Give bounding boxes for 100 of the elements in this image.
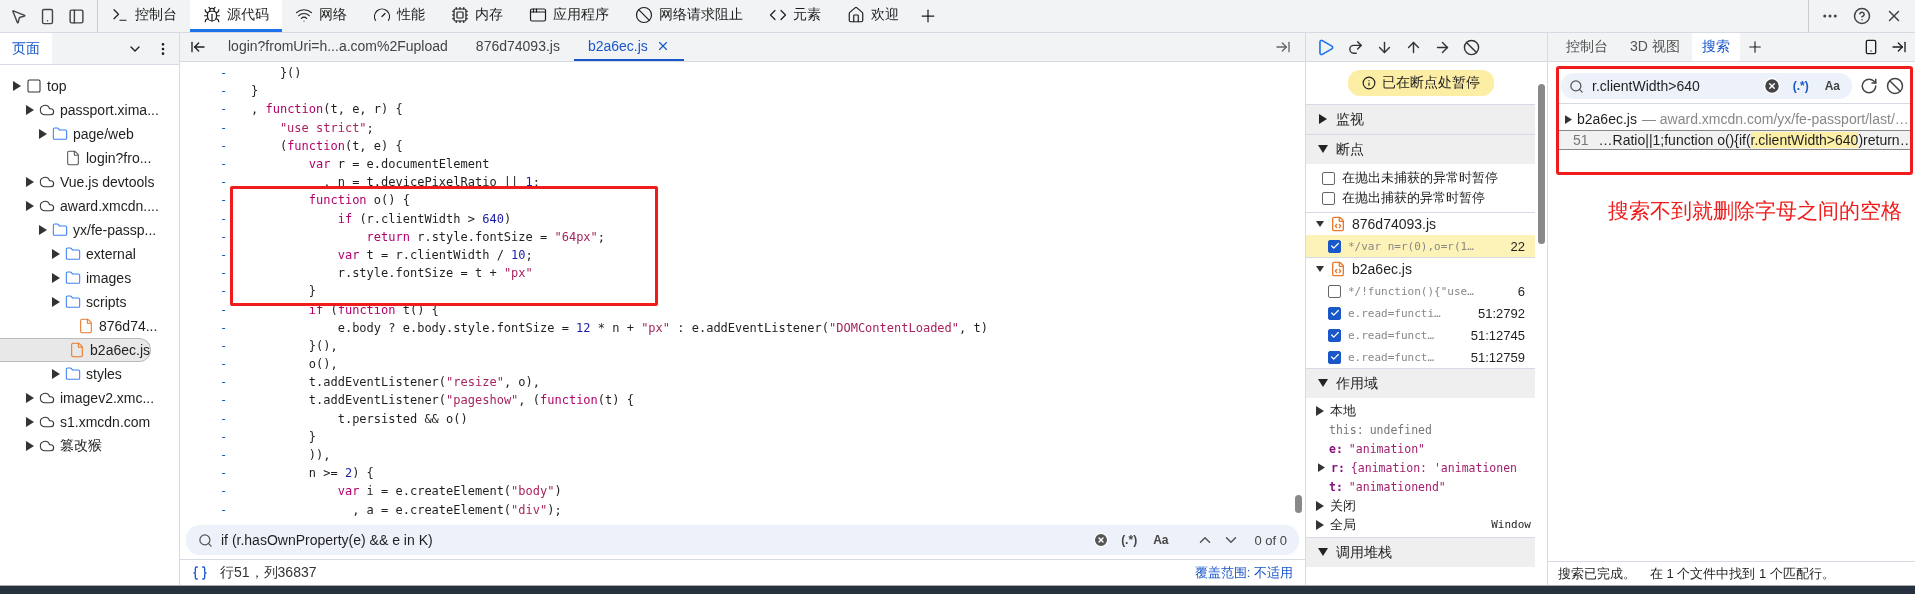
panel-tab[interactable]: 网络	[282, 0, 360, 32]
code-line: t.addEventListener("resize", o),	[307, 375, 540, 390]
line-marker: -	[219, 411, 229, 426]
variable-name: r:	[1331, 460, 1345, 475]
line-marker: -	[219, 375, 229, 390]
tree-item[interactable]: yx/fe-passp...	[0, 218, 179, 242]
code-line: r.style.fontSize = t + "px"	[336, 266, 533, 281]
code-line: (function(t, e) {	[278, 138, 403, 153]
tree-item[interactable]: top	[0, 74, 179, 98]
line-marker: -	[219, 302, 229, 317]
coverage-link[interactable]: 覆盖范围: 不适用	[1194, 563, 1293, 582]
tree-item[interactable]: s1.xmcdn.com	[0, 410, 179, 434]
code-line: e.body ? e.body.style.fontSize = 12 * n + "px" : e.addEventListener("DOMContentLoaded", t)	[336, 320, 988, 335]
tree-item[interactable]: page/web	[0, 122, 179, 146]
tree-label: imagev2.xmc...	[60, 390, 155, 406]
code-line: }()	[278, 66, 302, 81]
watch-section-header[interactable]: 监视	[1306, 104, 1535, 134]
scope-value: Window	[1491, 518, 1531, 531]
breakpoint-location: 6	[1517, 283, 1525, 299]
match-case-toggle[interactable]: Aa	[1820, 79, 1844, 93]
variable-value: {animation: 'animationen	[1350, 460, 1518, 475]
panel-tab[interactable]: 元素	[756, 0, 834, 32]
breakpoint-row[interactable]: e.read=functi… 51:2792	[1306, 302, 1535, 324]
line-marker: -	[219, 175, 229, 190]
code-line: n >= 2) {	[307, 466, 374, 481]
code-line: if (r.clientWidth > 640)	[336, 211, 512, 226]
result-url: — award.xmcdn.com/yx/fe-passport/last/…	[1641, 111, 1909, 127]
scope-section-header[interactable]: 作用域	[1306, 368, 1535, 398]
tree-item[interactable]: login?fro...	[0, 146, 179, 170]
code-line: "use strict";	[278, 120, 374, 135]
tree-item[interactable]: images	[0, 266, 179, 290]
tree-item[interactable]: scripts	[0, 290, 179, 314]
panel-tab[interactable]: 内存	[438, 0, 516, 32]
annotation-note: 搜索不到就删除字母之间的空格	[1607, 198, 1903, 224]
panel-tab[interactable]: 性能	[360, 0, 438, 32]
line-marker: -	[219, 448, 229, 463]
drawer-tab[interactable]: 3D 视图	[1620, 33, 1690, 61]
tree-label: 篡改猴	[60, 437, 102, 455]
code-line: var r = e.documentElement	[307, 157, 490, 172]
line-marker: -	[219, 193, 229, 208]
drawer-tab[interactable]: 控制台	[1556, 33, 1618, 61]
breakpoint-row[interactable]: e.read=funct… 51:12759	[1306, 346, 1535, 368]
call-stack-section-header[interactable]: 调用堆栈	[1306, 537, 1535, 567]
tree-item[interactable]: Vue.js devtools	[0, 170, 179, 194]
line-marker: -	[219, 484, 229, 499]
breakpoint-row[interactable]: e.read=funct… 51:12745	[1306, 324, 1535, 346]
regex-toggle[interactable]: (.*)	[1788, 79, 1813, 93]
paused-text: 已在断点处暂停	[1381, 74, 1480, 92]
breakpoint-code: */var n=r(0),o=r(1…	[1348, 239, 1475, 253]
code-line: }	[251, 84, 259, 99]
match-row[interactable]: 51 …Ratio||1;function o(){if(r.clientWidth>640)return…	[1559, 130, 1910, 150]
file-tab[interactable]: b2a6ec.js	[573, 33, 684, 61]
code-line: }(),	[307, 338, 338, 353]
regex-toggle[interactable]: (.*)	[1117, 533, 1142, 547]
section-title: 作用域	[1336, 374, 1378, 393]
tree-item[interactable]: imagev2.xmc...	[0, 386, 179, 410]
match-case-toggle[interactable]: Aa	[1149, 533, 1173, 547]
code-line: t.addEventListener("pageshow", (function(t) {	[307, 393, 634, 408]
match-count: 0 of 0	[1254, 532, 1287, 548]
section-title: 断点	[1336, 140, 1364, 159]
breakpoint-row[interactable]: */!function(){"use… 6	[1306, 280, 1535, 302]
scope-label: 全局	[1330, 515, 1356, 534]
tree-label: scripts	[86, 294, 127, 310]
scope-label: 关闭	[1330, 496, 1356, 515]
drawer-tab[interactable]: 搜索	[1691, 33, 1740, 61]
cursor-position: 行51，列36837	[220, 563, 317, 582]
tree-item[interactable]: b2a6ec.js	[0, 338, 151, 362]
line-marker: -	[219, 466, 229, 481]
line-marker: -	[219, 102, 229, 117]
panel-tab[interactable]: 网络请求阻止	[622, 0, 756, 32]
file-tab[interactable]: 876d74093.js	[461, 33, 574, 61]
line-marker: -	[219, 120, 229, 135]
breakpoint-location: 22	[1510, 238, 1525, 254]
panel-tab[interactable]: 源代码	[190, 0, 282, 32]
panel-tab[interactable]: 控制台	[98, 0, 190, 32]
tree-item[interactable]: styles	[0, 362, 179, 386]
panel-tab[interactable]: 欢迎	[834, 0, 912, 32]
line-marker: -	[219, 338, 229, 353]
breakpoint-code: */!function(){"use…	[1348, 284, 1475, 298]
code-line: o(),	[307, 357, 338, 372]
search-field[interactable]: if (r.hasOwnProperty(e) && e in K) (.*) Aa 0 of 0	[186, 525, 1299, 555]
tree-item[interactable]: passport.xima...	[0, 98, 179, 122]
tree-label: award.xmcdn....	[60, 198, 159, 214]
breakpoints-section-header[interactable]: 断点	[1306, 134, 1535, 164]
line-marker: -	[219, 429, 229, 444]
line-marker: -	[219, 211, 229, 226]
search-field[interactable]: r.clientWidth>640 (.*) Aa	[1561, 73, 1852, 99]
tree-label: page/web	[73, 126, 134, 142]
tree-item[interactable]: award.xmcdn....	[0, 194, 179, 218]
panel-tab[interactable]: 应用程序	[516, 0, 622, 32]
code-line: return r.style.fontSize = "64px";	[365, 229, 606, 244]
tree-item[interactable]: 876d74...	[0, 314, 179, 338]
tree-item[interactable]: 篡改猴	[0, 434, 179, 458]
breakpoint-row[interactable]: */var n=r(0),o=r(1… 22	[1306, 235, 1535, 257]
file-tab[interactable]: login?fromUri=h...a.com%2Fupload	[214, 33, 462, 61]
option-label: 在抛出未捕获的异常时暂停	[1342, 169, 1498, 187]
tree-item[interactable]: external	[0, 242, 179, 266]
sidebar-tab[interactable]: 页面	[0, 33, 52, 64]
tree-label: s1.xmcdn.com	[60, 414, 151, 430]
scope-label: 本地	[1330, 401, 1356, 420]
